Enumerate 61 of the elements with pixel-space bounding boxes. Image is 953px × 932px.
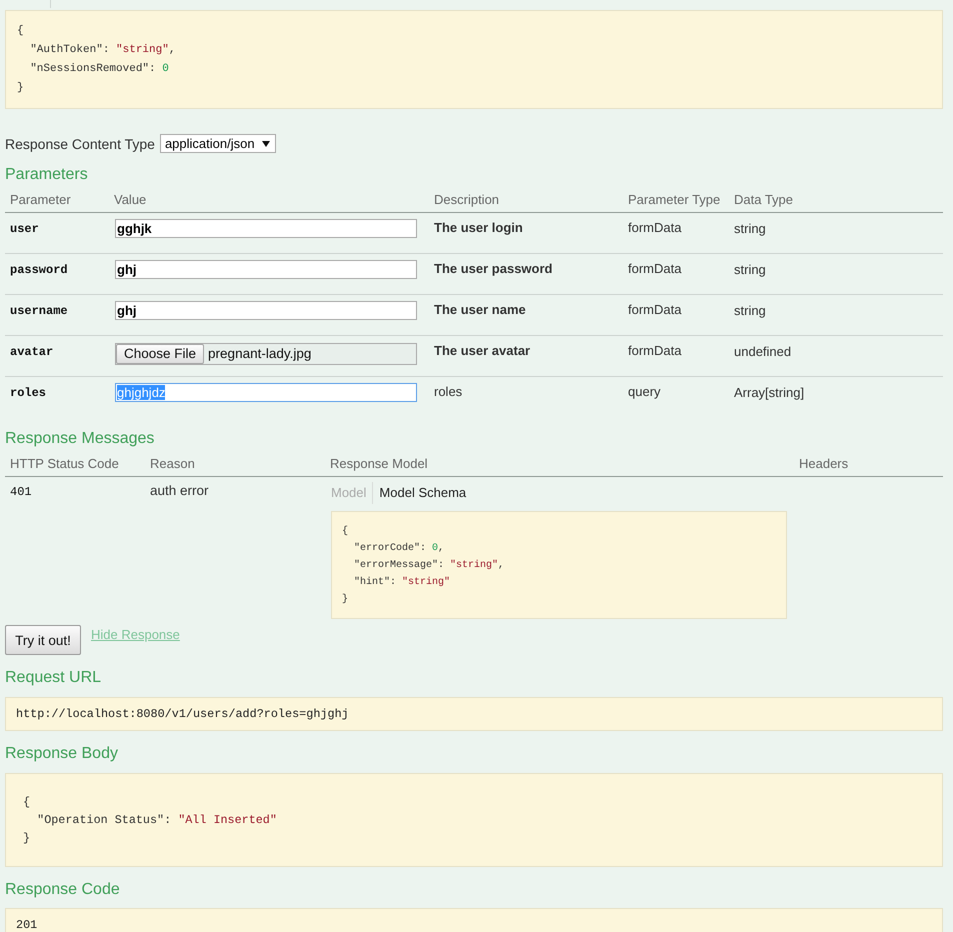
text-input[interactable]: ghj [115, 260, 417, 279]
section-title: Request URL [5, 668, 102, 688]
parameter-type: formData [628, 220, 682, 236]
parameter-description: The user login [434, 220, 523, 236]
try-button[interactable]: Try it out! [5, 625, 81, 655]
column-header: Headers [799, 455, 848, 473]
code-line: "errorMessage": "string", [353, 558, 504, 573]
code-line: } [22, 830, 30, 847]
file-name: pregnant-lady.jpg [208, 345, 312, 363]
reason-text: auth error [150, 483, 209, 499]
parameter-type: formData [628, 343, 682, 359]
section-title: Response Code [5, 880, 120, 900]
column-header: Data Type [734, 191, 794, 209]
data-type: string [734, 221, 766, 237]
status-code: 401 [10, 484, 32, 500]
parameter-name: username [10, 303, 68, 319]
section-title: Response Messages [5, 429, 154, 449]
text-input[interactable]: gghjk [115, 219, 417, 238]
parameter-description: The user name [434, 302, 526, 318]
parameter-type: query [628, 384, 661, 400]
column-header: Reason [150, 455, 195, 473]
section-title: Parameters [5, 165, 88, 185]
text-input[interactable]: ghj [115, 301, 417, 320]
parameter-description: roles [434, 384, 462, 400]
content-type-label: Response Content Type [5, 134, 155, 152]
data-type: undefined [734, 344, 792, 360]
parameter-name: user [10, 221, 39, 237]
column-header: Parameter [10, 191, 71, 209]
column-header: Description [434, 191, 500, 209]
code-line: { [22, 794, 30, 811]
parameter-description: The user avatar [434, 343, 530, 359]
content-type-select[interactable]: application/json [160, 134, 276, 153]
response-code: 201 [5, 908, 943, 932]
request-url: http://localhost:8080/v1/users/add?roles=ghjghj [5, 697, 943, 731]
caret-icon [262, 140, 270, 146]
code-line: "hint": "string" [353, 576, 450, 590]
data-type: string [734, 303, 766, 319]
code-line: { [17, 24, 24, 39]
parameter-type: formData [628, 302, 682, 318]
column-header: HTTP Status Code [10, 455, 119, 473]
parameter-name: password [10, 262, 68, 278]
parameter-description: The user password [434, 261, 552, 277]
code-line: "nSessionsRemoved": 0 [29, 62, 169, 77]
parameter-type: formData [628, 261, 682, 277]
section-title: Response Body [5, 744, 118, 764]
model-tab[interactable]: Model Schema [373, 482, 472, 504]
data-type: string [734, 262, 766, 278]
code-line: "errorCode": 0, [353, 542, 444, 556]
code-line: "AuthToken": "string", [29, 43, 176, 58]
code-line: } [342, 592, 348, 607]
column-header: Response Model [330, 455, 428, 473]
code-line: { [342, 524, 348, 539]
file-input[interactable]: Choose File pregnant-lady.jpg [115, 343, 417, 365]
column-header: Parameter Type [628, 191, 720, 209]
parameter-name: avatar [10, 344, 54, 360]
column-header: Value [114, 191, 146, 209]
code-line: "Operation Status": "All Inserted" [36, 812, 277, 829]
code-line: } [17, 81, 24, 96]
parameter-name: roles [10, 385, 46, 401]
data-type: Array[string] [734, 385, 804, 401]
choose-file-button[interactable]: Choose File [116, 344, 204, 364]
